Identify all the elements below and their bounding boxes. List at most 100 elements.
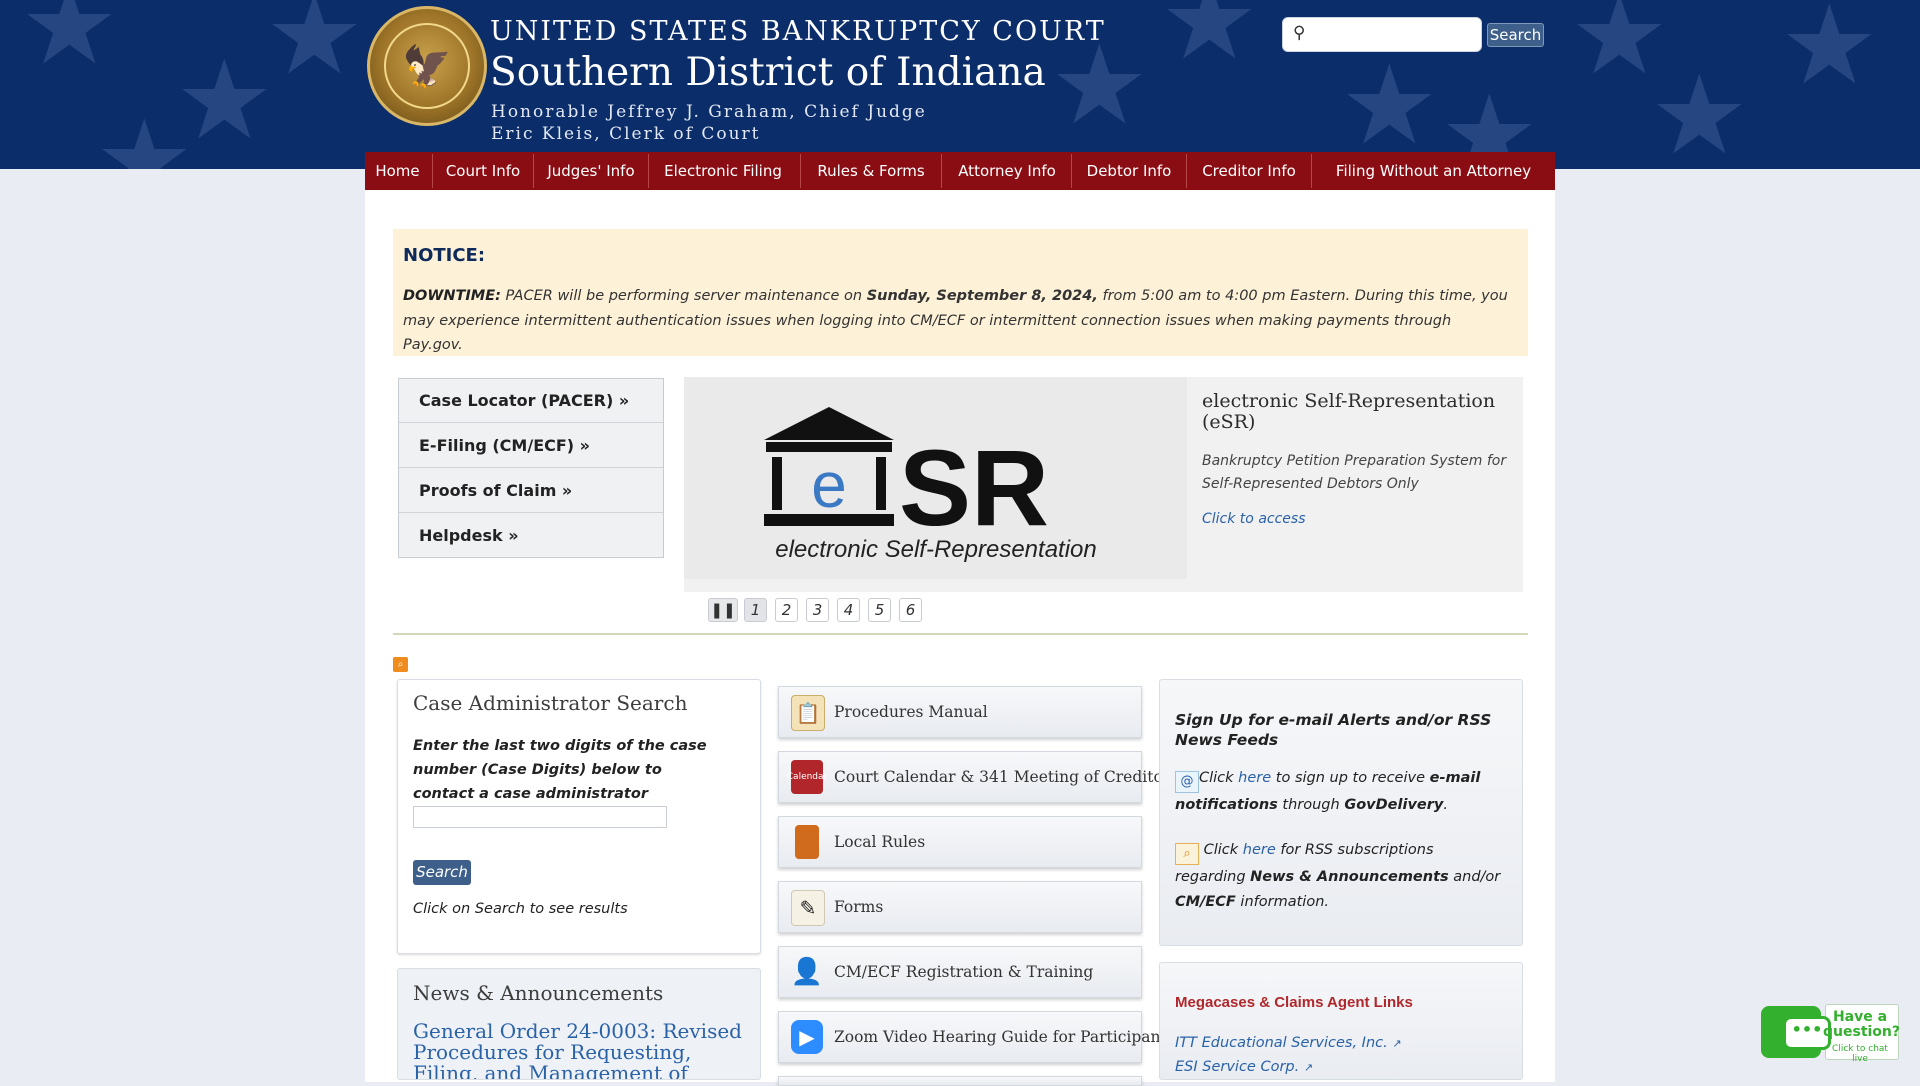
nav-home[interactable]: Home bbox=[365, 152, 430, 190]
rss-signup-link[interactable]: here bbox=[1243, 842, 1276, 858]
case-admin-search-button[interactable]: Search bbox=[413, 860, 471, 885]
notice-date: Sunday, September 8, 2024, bbox=[866, 288, 1098, 304]
notice-text-a: PACER will be performing server maintena… bbox=[500, 288, 867, 304]
site-search-button[interactable]: Search bbox=[1487, 23, 1544, 47]
rss-alert-row: ⌕ Click here for RSS subscriptions regar… bbox=[1175, 838, 1505, 914]
quick-links-panel: Case Locator (PACER) » E-Filing (CM/ECF)… bbox=[398, 378, 664, 558]
nav-electronic-filing[interactable]: Electronic Filing bbox=[649, 152, 797, 190]
court-seal-logo[interactable]: 🦅 bbox=[367, 6, 487, 126]
notice-label: DOWNTIME: bbox=[403, 288, 501, 304]
slide-page-6[interactable]: 6 bbox=[899, 598, 922, 622]
nav-debtor-info[interactable]: Debtor Info bbox=[1072, 152, 1186, 190]
slideshow-pause-button[interactable]: ❚❚ bbox=[708, 598, 738, 622]
clipboard-icon: 📋 bbox=[791, 695, 825, 731]
notice-text: DOWNTIME: PACER will be performing serve… bbox=[403, 284, 1513, 358]
button-label: Procedures Manual bbox=[834, 703, 988, 721]
live-chat-widget[interactable]: ••• Have a question? Click to chat live bbox=[1761, 1004, 1900, 1064]
forms-button[interactable]: ✎ Forms bbox=[778, 881, 1142, 933]
external-link-icon: ↗ bbox=[1303, 1061, 1314, 1074]
quick-link-case-locator[interactable]: Case Locator (PACER) » bbox=[399, 379, 663, 423]
user-icon: 👤 bbox=[790, 957, 824, 987]
email-signup-link[interactable]: here bbox=[1238, 770, 1271, 786]
slide-page-2[interactable]: 2 bbox=[775, 598, 798, 622]
star-decoration: ★ bbox=[1780, 0, 1879, 109]
email-alert-icon: @ bbox=[1175, 771, 1199, 793]
nav-filing-without-attorney[interactable]: Filing Without an Attorney bbox=[1312, 152, 1555, 190]
courthouse-column bbox=[772, 457, 782, 510]
zoom-camera-icon: ▶ bbox=[791, 1020, 823, 1054]
megacase-link-label: ITT Educational Services, Inc. bbox=[1175, 1035, 1388, 1051]
megacases-title: Megacases & Claims Agent Links bbox=[1175, 994, 1413, 1011]
cmecf-registration-button[interactable]: 👤 CM/ECF Registration & Training bbox=[778, 946, 1142, 998]
procedures-manual-button[interactable]: 📋 Procedures Manual bbox=[778, 686, 1142, 738]
slideshow: e SR electronic Self-Representation elec… bbox=[684, 377, 1523, 592]
case-admin-note: Click on Search to see results bbox=[413, 901, 628, 917]
button-label: Forms bbox=[834, 898, 884, 916]
megacase-link[interactable]: ITT Educational Services, Inc. ↗ bbox=[1175, 1035, 1402, 1051]
quick-link-efiling[interactable]: E-Filing (CM/ECF) » bbox=[399, 424, 663, 468]
rss-bold-cmecf: CM/ECF bbox=[1175, 893, 1236, 910]
email-alert-row: @ Click here to sign up to receive e-mail… bbox=[1175, 766, 1505, 818]
courthouse-column bbox=[876, 457, 886, 510]
courthouse-roof-icon bbox=[764, 407, 894, 440]
nav-judges-info[interactable]: Judges' Info bbox=[534, 152, 648, 190]
next-button-partial[interactable] bbox=[778, 1076, 1142, 1086]
slide-access-link[interactable]: Click to access bbox=[1202, 511, 1306, 527]
form-pencil-icon: ✎ bbox=[791, 890, 825, 926]
slide-page-1[interactable]: 1 bbox=[744, 598, 767, 622]
star-decoration: ★ bbox=[20, 0, 119, 89]
news-title: News & Announcements bbox=[413, 981, 664, 1005]
star-decoration: ★ bbox=[1340, 41, 1439, 169]
email-govdelivery: GovDelivery bbox=[1344, 797, 1444, 813]
zoom-guide-button[interactable]: ▶ Zoom Video Hearing Guide for Participa… bbox=[778, 1011, 1175, 1063]
rss-pre: Click bbox=[1199, 842, 1243, 858]
section-divider bbox=[393, 633, 1528, 635]
button-label: Zoom Video Hearing Guide for Participant… bbox=[834, 1028, 1175, 1046]
star-decoration: ★ bbox=[1160, 0, 1259, 84]
case-admin-instructions: Enter the last two digits of the case nu… bbox=[413, 738, 707, 802]
button-label: Court Calendar & 341 Meeting of Creditor… bbox=[834, 768, 1179, 786]
local-rules-button[interactable]: Local Rules bbox=[778, 816, 1142, 868]
slide-page-5[interactable]: 5 bbox=[868, 598, 891, 622]
nav-court-info[interactable]: Court Info bbox=[433, 152, 533, 190]
notice-title: NOTICE: bbox=[403, 245, 486, 266]
slide-page-3[interactable]: 3 bbox=[806, 598, 829, 622]
email-end: . bbox=[1443, 797, 1448, 813]
megacase-link[interactable]: ESI Service Corp. ↗ bbox=[1175, 1059, 1313, 1075]
slide-page-4[interactable]: 4 bbox=[837, 598, 860, 622]
slide-title: electronic Self-Representation (eSR) bbox=[1202, 390, 1496, 433]
esr-logo-image[interactable]: e SR electronic Self-Representation bbox=[684, 377, 1187, 579]
court-name-line2[interactable]: Southern District of Indiana bbox=[490, 50, 1046, 95]
nav-attorney-info[interactable]: Attorney Info bbox=[942, 152, 1072, 190]
star-decoration: ★ bbox=[265, 0, 364, 99]
court-name-line1[interactable]: UNITED STATES BANKRUPTCY COURT bbox=[490, 16, 1106, 47]
case-admin-search-panel: Case Administrator Search Enter the last… bbox=[397, 679, 761, 954]
esr-logo: e SR electronic Self-Representation bbox=[764, 407, 1097, 563]
rss-and: and/or bbox=[1448, 869, 1501, 885]
star-decoration: ★ bbox=[95, 96, 194, 169]
case-admin-title: Case Administrator Search bbox=[413, 691, 688, 715]
alerts-signup-panel: Sign Up for e-mail Alerts and/or RSS New… bbox=[1159, 679, 1523, 946]
news-headline-link[interactable]: General Order 24-0003: Revised Procedure… bbox=[413, 1021, 753, 1080]
megacase-link-label: ESI Service Corp. bbox=[1175, 1059, 1300, 1075]
court-calendar-button[interactable]: Calendar Court Calendar & 341 Meeting of… bbox=[778, 751, 1178, 803]
case-digits-input[interactable] bbox=[413, 806, 667, 828]
external-link-icon: ↗ bbox=[1392, 1037, 1402, 1050]
megacases-panel: Megacases & Claims Agent Links ITT Educa… bbox=[1159, 962, 1523, 1080]
quick-link-helpdesk[interactable]: Helpdesk » bbox=[399, 514, 663, 558]
calendar-icon: Calendar bbox=[787, 760, 827, 794]
quick-link-proofs-of-claim[interactable]: Proofs of Claim » bbox=[399, 469, 663, 513]
rss-feed-icon[interactable]: ⌕ bbox=[393, 657, 408, 672]
news-panel: News & Announcements General Order 24-00… bbox=[397, 968, 761, 1080]
nav-creditor-info[interactable]: Creditor Info bbox=[1187, 152, 1311, 190]
button-label: CM/ECF Registration & Training bbox=[834, 963, 1094, 981]
pause-icon: ❚❚ bbox=[710, 601, 736, 619]
site-search-input[interactable]: ⚲ bbox=[1282, 17, 1482, 52]
rss-end: information. bbox=[1235, 893, 1329, 910]
main-navigation: Home Court Info Judges' Info Electronic … bbox=[365, 152, 1555, 190]
nav-rules-forms[interactable]: Rules & Forms bbox=[801, 152, 941, 190]
star-decoration: ★ bbox=[1650, 51, 1749, 169]
esr-logo-sr: SR bbox=[899, 427, 1049, 548]
book-icon bbox=[795, 825, 819, 859]
alerts-title: Sign Up for e-mail Alerts and/or RSS New… bbox=[1175, 711, 1492, 749]
